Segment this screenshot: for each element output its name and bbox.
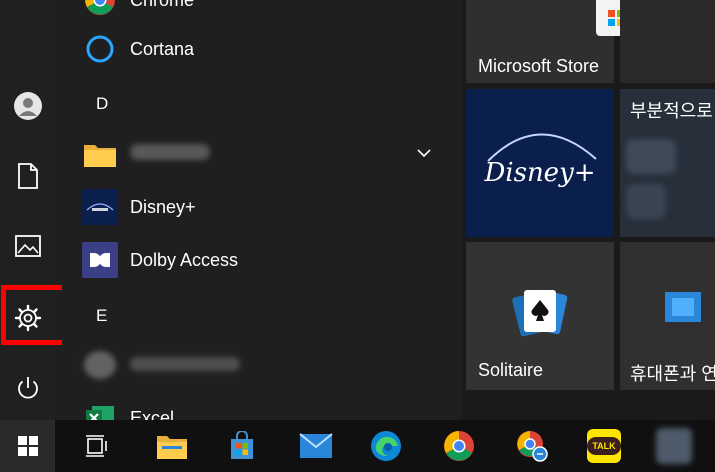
- kakaotalk-icon: TALK: [587, 429, 621, 463]
- phone-link-icon: [665, 292, 701, 322]
- app-item-disney[interactable]: Disney+: [82, 185, 196, 229]
- chrome-icon: [444, 431, 474, 461]
- taskbar-microsoft-store[interactable]: [218, 420, 266, 472]
- group-letter-d[interactable]: D: [96, 94, 108, 114]
- chevron-down-icon[interactable]: [416, 145, 432, 163]
- tile-label: Solitaire: [478, 360, 544, 380]
- folder-icon: [82, 136, 118, 172]
- start-menu-rail: [0, 0, 56, 420]
- blurred-app-icon: [656, 428, 692, 464]
- tile-label: 부분적으로: [630, 101, 713, 121]
- tile-disney-plus[interactable]: Disney+: [466, 89, 614, 237]
- disney-plus-logo: Disney+: [483, 133, 597, 188]
- solitaire-cards-icon: [512, 289, 568, 337]
- svg-text:Disney+: Disney+: [483, 158, 595, 188]
- taskbar-mail[interactable]: [292, 420, 340, 472]
- picture-icon: [15, 235, 41, 257]
- taskbar-file-explorer[interactable]: [148, 420, 196, 472]
- taskbar-chrome[interactable]: [435, 420, 483, 472]
- app-label: Chrome: [130, 0, 194, 11]
- disney-plus-icon: [82, 189, 118, 225]
- chrome-icon: [82, 0, 118, 18]
- power-button[interactable]: [0, 360, 56, 416]
- document-icon: [18, 163, 38, 189]
- app-item-chrome[interactable]: Chrome: [82, 0, 194, 22]
- app-item-blurred[interactable]: [82, 343, 240, 387]
- chrome-remote-icon: [517, 431, 548, 462]
- user-avatar-icon: [14, 92, 42, 120]
- task-view-icon: [86, 435, 107, 457]
- taskbar-kakaotalk[interactable]: TALK: [580, 420, 628, 472]
- power-icon: [18, 377, 38, 399]
- dolby-icon: [82, 242, 118, 278]
- tile-microsoft-store[interactable]: Microsoft Store: [466, 0, 614, 83]
- tile-phone-link[interactable]: 휴대폰과 연: [620, 242, 715, 390]
- app-label: Dolby Access: [130, 249, 239, 270]
- windows-logo-icon: [17, 436, 38, 456]
- start-button[interactable]: [0, 420, 55, 472]
- taskbar: TALK: [0, 420, 715, 472]
- user-account-button[interactable]: [0, 78, 56, 134]
- documents-button[interactable]: [0, 148, 56, 204]
- app-item-cortana[interactable]: Cortana: [82, 27, 194, 71]
- tile-area: Microsoft Store Disney+ 부분적으로 Solitaire: [462, 0, 715, 420]
- taskbar-chrome-remote[interactable]: [508, 420, 556, 472]
- group-letter-e[interactable]: E: [96, 306, 107, 326]
- cortana-icon: [82, 31, 118, 67]
- tile-solitaire[interactable]: Solitaire: [466, 242, 614, 390]
- task-view-button[interactable]: [72, 420, 120, 472]
- store-bag-icon: [231, 431, 253, 459]
- edge-icon: [371, 431, 401, 461]
- taskbar-blurred-app[interactable]: [650, 420, 698, 472]
- app-label: Cortana: [130, 38, 195, 59]
- mail-icon: [299, 433, 333, 458]
- app-item-dolby-access[interactable]: Dolby Access: [82, 238, 238, 282]
- folder-icon: [157, 436, 187, 459]
- app-list: Chrome Cortana D Disney+: [62, 0, 462, 430]
- blurred-app-icon: [82, 347, 118, 383]
- app-item-folder[interactable]: [82, 132, 210, 176]
- tile-top-right[interactable]: [620, 0, 715, 83]
- tile-partial[interactable]: 부분적으로: [620, 89, 715, 237]
- pictures-button[interactable]: [0, 218, 56, 274]
- taskbar-edge[interactable]: [362, 420, 410, 472]
- app-label: Disney+: [130, 196, 196, 217]
- tile-label: 휴대폰과 연: [630, 364, 715, 384]
- tile-label: Microsoft Store: [478, 56, 600, 76]
- app-label-blurred: [130, 143, 210, 165]
- app-label-blurred: [130, 355, 240, 376]
